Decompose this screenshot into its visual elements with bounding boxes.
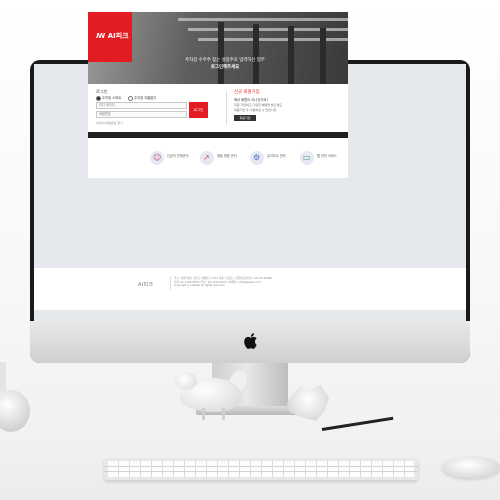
join-title: 신규 회원가입 (234, 90, 260, 95)
hero-line-1: 주차장 수주주 찾는 설정주로 입력하신 업무 (185, 58, 265, 63)
site-footer (34, 268, 466, 310)
service-label-3: 유지보수 관리 (267, 154, 286, 158)
service-label-4: 웹 관리 서비스 (317, 154, 337, 158)
panel-divider (226, 91, 227, 125)
login-option-other-label: 주차장 자율없이 (134, 96, 157, 100)
service-item-4[interactable]: ▭ 웹 관리 서비스 (300, 151, 340, 173)
service-label-2: 매출 현황 관리 (217, 154, 237, 158)
login-option-personal-label: 주차장 스마트 (102, 96, 122, 100)
footer-separator (170, 276, 171, 290)
bird-leg (222, 408, 225, 420)
service-item-3[interactable]: ⚙ 유지보수 관리 (250, 151, 290, 173)
person-icon: ☺ (153, 153, 162, 162)
radio-personal-icon[interactable] (96, 95, 101, 101)
login-button[interactable]: 로그인 (189, 102, 208, 118)
footer-line-3: copyright (c) aipeak all rights reserved… (174, 284, 226, 287)
password-input[interactable] (96, 111, 187, 118)
radio-other-icon[interactable] (128, 95, 133, 101)
apple-logo-icon (244, 333, 257, 349)
footer-logo: AI피크 (138, 282, 154, 288)
keyboard-row (104, 466, 418, 467)
mouse (442, 456, 500, 478)
bird-leg (202, 408, 205, 420)
monitor-icon: ▭ (303, 153, 311, 162)
join-question: 에서 회원이 아니신가요? (234, 98, 269, 102)
service-item-2[interactable]: ↗ 매출 현황 관리 (200, 151, 240, 173)
bird-figurine-head (175, 372, 197, 390)
login-option-personal[interactable]: 주차장 스마트 (96, 95, 121, 101)
login-option-other[interactable]: 주차장 자율없이 (128, 95, 156, 101)
find-account-link[interactable]: 아이디/비밀번호 찾기 (96, 121, 123, 125)
join-desc-1: 지금 가입하고 다양한 혜택을 받으세요 (234, 103, 282, 107)
service-label-1: 인공지 연계관리 (167, 154, 189, 158)
id-input[interactable] (96, 102, 187, 109)
logo-mark-icon: ꟿ (96, 32, 106, 40)
brand-logo-text: AI피크 (107, 32, 129, 40)
join-button[interactable]: 회원가입 (234, 115, 256, 121)
keyboard (104, 458, 418, 480)
keyboard-keys (108, 461, 414, 477)
hero-text: 주차장 수주주 찾는 설정주로 입력하신 업무 로그인해주세요 (130, 57, 320, 71)
gear-icon: ⚙ (253, 153, 261, 162)
join-desc-2: 회원가입 후 이용하실 수 있습니다 (234, 108, 277, 112)
keyboard-row (104, 471, 418, 472)
service-item-1[interactable]: ☺ 인공지 연계관리 (150, 151, 190, 173)
brand-logo[interactable]: ꟿ AI피크 (96, 31, 129, 41)
hero-line-2: 로그인해주세요 (210, 65, 240, 70)
chart-icon: ↗ (203, 153, 210, 162)
vase (0, 362, 6, 392)
